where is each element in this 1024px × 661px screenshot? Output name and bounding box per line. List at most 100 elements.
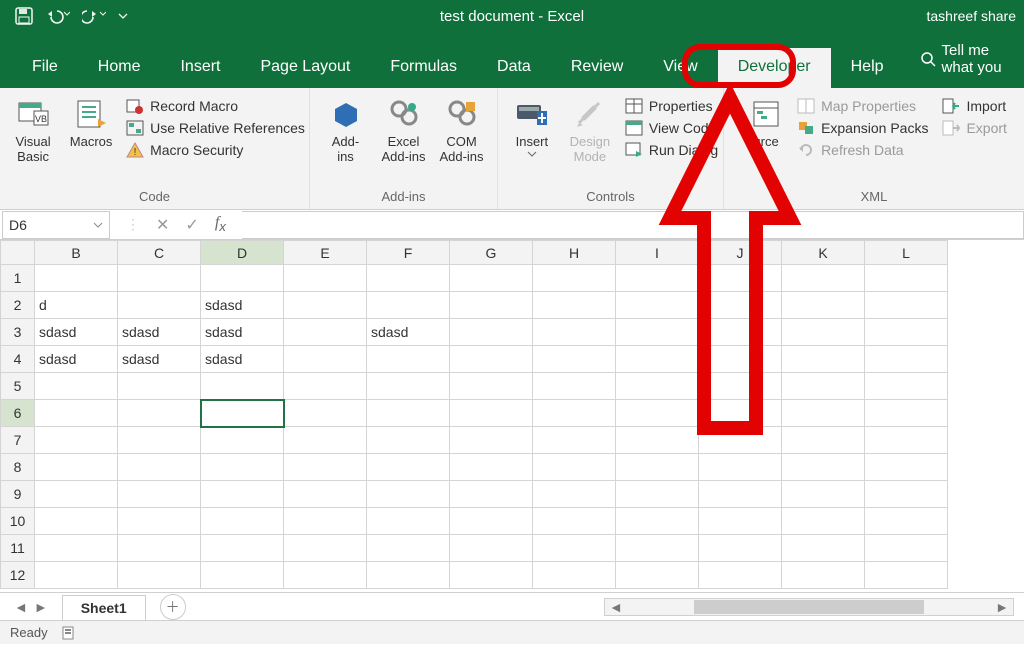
tab-help[interactable]: Help [831,48,904,88]
accept-formula-icon[interactable]: ✓ [185,215,198,235]
selected-cell[interactable] [201,400,284,427]
macro-record-status-icon[interactable] [62,626,78,640]
tab-formulas[interactable]: Formulas [370,48,477,88]
insert-control-button[interactable]: Insert [503,92,561,157]
col-header[interactable]: E [284,241,367,265]
map-properties-button[interactable]: Map Properties [797,98,928,114]
redo-icon[interactable] [82,8,106,24]
com-addins-icon [447,96,477,132]
excel-addins-button[interactable]: Excel Add-ins [375,92,433,164]
col-header[interactable]: D [201,241,284,265]
design-mode-icon [575,96,605,132]
row-header[interactable]: 12 [1,562,35,589]
refresh-data-button[interactable]: Refresh Data [797,142,928,158]
col-header[interactable]: J [699,241,782,265]
document-title: test document - Excel [440,8,584,25]
cancel-formula-icon[interactable]: ✕ [156,215,169,235]
macro-security-button[interactable]: ! Macro Security [126,142,305,158]
run-dialog-icon [625,142,643,158]
tab-home[interactable]: Home [78,48,161,88]
col-header[interactable]: K [782,241,865,265]
formula-bar-row: D6 ⋮ ✕ ✓ fx [0,210,1024,240]
tab-data[interactable]: Data [477,48,551,88]
sheet-nav-prev-icon[interactable]: ◄ [14,599,28,615]
select-all-corner[interactable] [1,241,35,265]
tab-page-layout[interactable]: Page Layout [240,48,370,88]
row-header[interactable]: 9 [1,481,35,508]
relative-references-icon [126,120,144,136]
expansion-packs-button[interactable]: Expansion Packs [797,120,928,136]
view-code-button[interactable]: View Code [625,120,718,136]
chevron-down-icon [527,151,537,157]
design-mode-button[interactable]: Design Mode [561,92,619,164]
ribbon: VB Visual Basic Macros Record Macro Use … [0,88,1024,210]
sheet-nav-next-icon[interactable]: ► [34,599,48,615]
tab-view[interactable]: View [643,48,717,88]
properties-button[interactable]: Properties [625,98,718,114]
sheet-tab[interactable]: Sheet1 [62,595,146,620]
addins-button[interactable]: Add- ins [317,92,375,164]
expansion-packs-icon [797,120,815,136]
properties-icon [625,98,643,114]
tell-me-search[interactable]: Tell me what you [904,32,1024,88]
row-header[interactable]: 2 [1,292,35,319]
excel-addins-icon [389,96,419,132]
com-addins-button[interactable]: COM Add-ins [433,92,491,164]
username-label[interactable]: tashreef share [927,8,1017,24]
row-header[interactable]: 4 [1,346,35,373]
formula-input[interactable] [242,211,1024,239]
refresh-data-icon [797,142,815,158]
scrollbar-thumb[interactable] [694,600,924,614]
record-macro-button[interactable]: Record Macro [126,98,305,114]
visual-basic-button[interactable]: VB Visual Basic [4,92,62,164]
qat-customize-icon[interactable] [118,11,128,21]
xml-import-button[interactable]: Import [942,98,1006,114]
row-header[interactable]: 10 [1,508,35,535]
scroll-left-icon[interactable]: ◄ [605,599,627,615]
svg-text:!: ! [134,147,137,158]
search-icon [920,51,936,67]
xml-export-button[interactable]: Export [942,120,1006,136]
xml-source-button[interactable]: urce [741,92,791,149]
import-icon [942,98,960,114]
row-header[interactable]: 3 [1,319,35,346]
tab-developer[interactable]: Developer [718,48,831,88]
undo-icon[interactable] [46,8,70,24]
horizontal-scrollbar[interactable]: ◄ ► [604,598,1014,616]
name-box[interactable]: D6 [2,211,110,239]
use-relative-references-button[interactable]: Use Relative References [126,120,305,136]
add-sheet-button[interactable]: ＋ [160,594,186,620]
xml-source-icon [751,96,781,132]
addins-icon [331,96,361,132]
save-icon[interactable] [14,6,34,26]
col-header[interactable]: C [118,241,201,265]
row-header[interactable]: 6 [1,400,35,427]
col-header[interactable]: G [450,241,533,265]
row-header[interactable]: 5 [1,373,35,400]
row-header[interactable]: 8 [1,454,35,481]
col-header[interactable]: I [616,241,699,265]
macros-button[interactable]: Macros [62,92,120,149]
col-header[interactable]: H [533,241,616,265]
row-header[interactable]: 7 [1,427,35,454]
export-icon [942,120,960,136]
spreadsheet-grid[interactable]: B C D E F G H I J K L 1 2dsdasd 3sdasdsd… [0,240,1024,592]
macro-security-icon: ! [126,142,144,158]
col-header[interactable]: B [35,241,118,265]
macros-icon [74,96,108,132]
col-header[interactable]: L [865,241,948,265]
row-header[interactable]: 11 [1,535,35,562]
run-dialog-button[interactable]: Run Dialog [625,142,718,158]
chevron-down-icon[interactable] [93,222,103,228]
tab-review[interactable]: Review [551,48,643,88]
scroll-right-icon[interactable]: ► [991,599,1013,615]
view-code-icon [625,120,643,136]
svg-text:VB: VB [35,114,47,124]
fx-icon[interactable]: fx [215,214,226,234]
map-properties-icon [797,98,815,114]
col-header[interactable]: F [367,241,450,265]
row-header[interactable]: 1 [1,265,35,292]
tab-file[interactable]: File [12,48,78,88]
status-text: Ready [10,625,48,640]
tab-insert[interactable]: Insert [160,48,240,88]
